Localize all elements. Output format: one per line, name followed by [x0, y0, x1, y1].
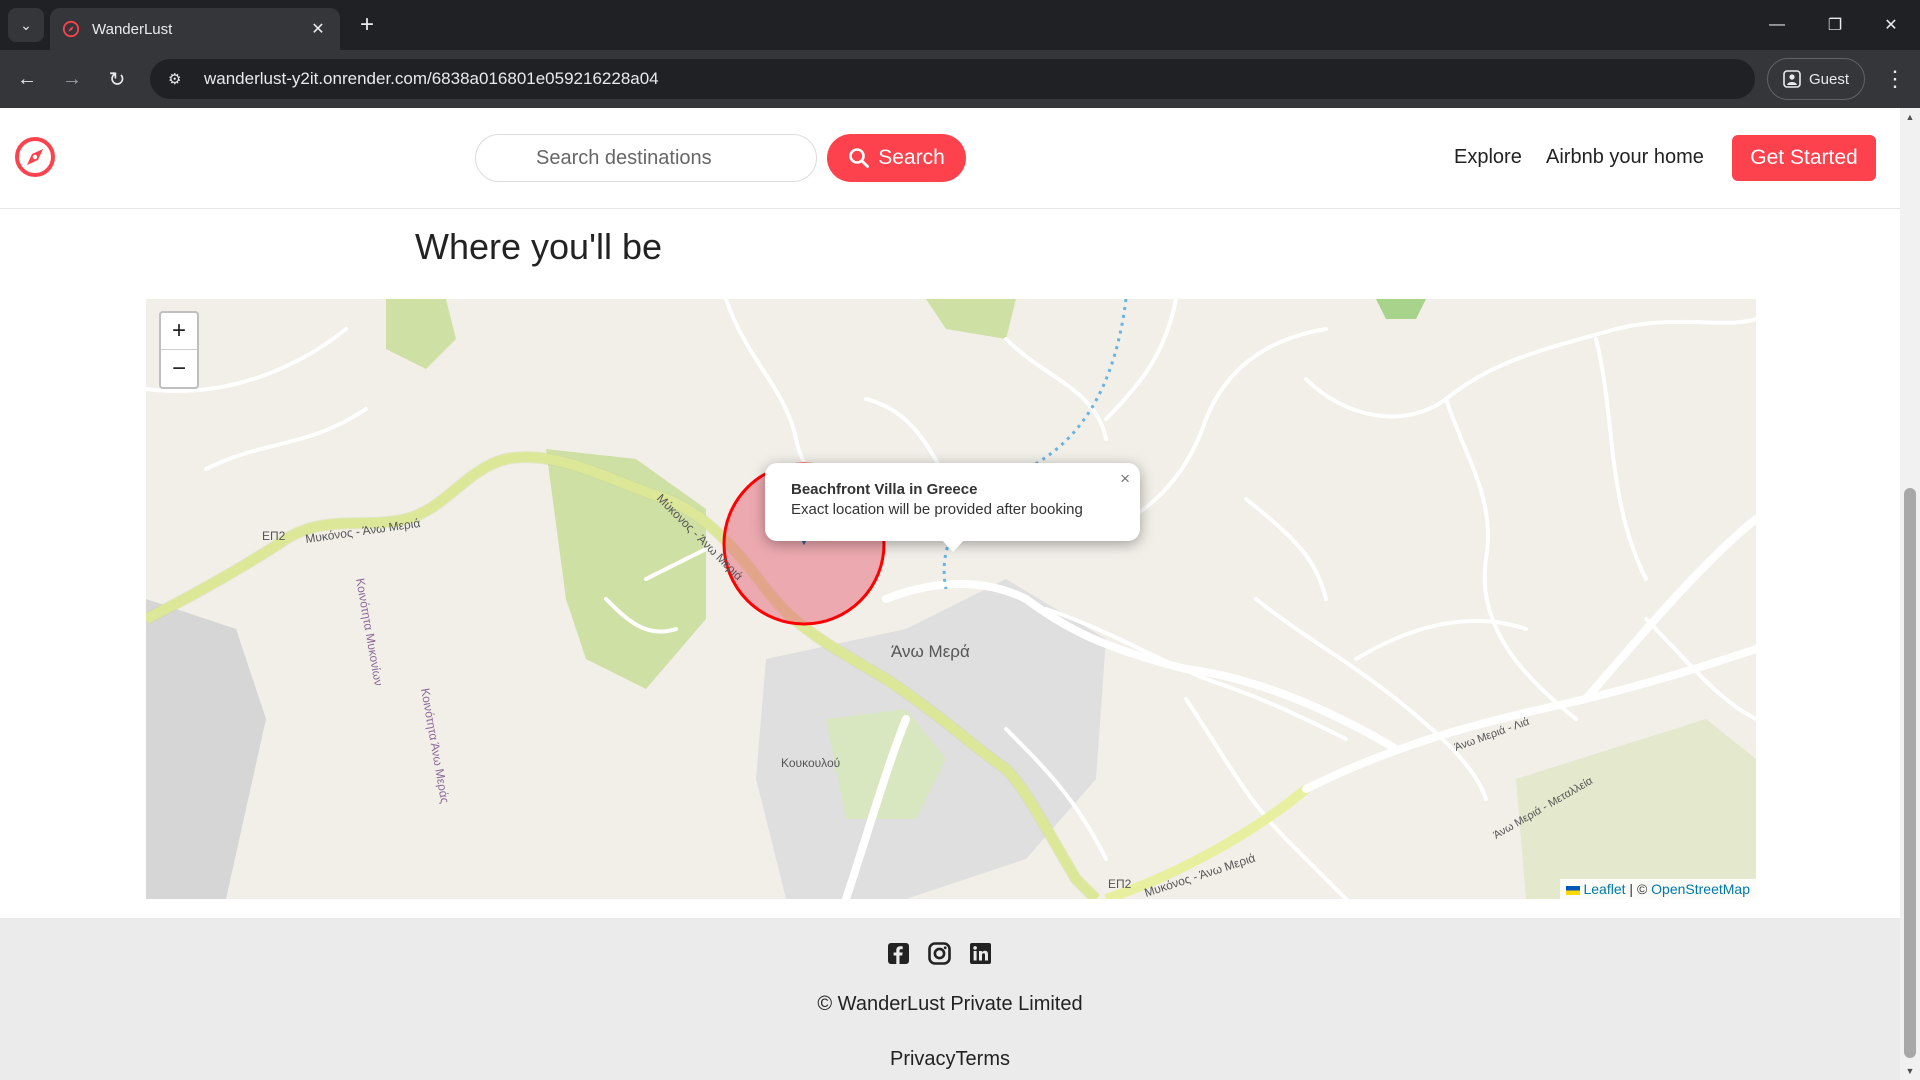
reload-icon[interactable]: ↻ — [100, 62, 134, 96]
green-area — [1376, 299, 1426, 319]
page-title: Where you'll be — [415, 226, 662, 267]
instagram-icon[interactable] — [928, 942, 951, 965]
green-area — [926, 299, 1016, 339]
browser-tabbar: ⌄ WanderLust ✕ + — ❐ ✕ — [0, 0, 1920, 50]
zoom-in-button[interactable]: + — [161, 313, 197, 350]
leaflet-link[interactable]: Leaflet — [1583, 881, 1625, 897]
main-road — [1104, 785, 1310, 899]
forward-icon[interactable]: → — [55, 62, 89, 96]
popup-tip — [941, 539, 965, 552]
map-popup: Beachfront Villa in Greece Exact locatio… — [765, 463, 1140, 541]
scrollbar-thumb[interactable] — [1904, 488, 1916, 1058]
site-navbar: Search Explore Airbnb your home Get Star… — [0, 108, 1900, 209]
browser-menu-icon[interactable]: ⋮ — [1880, 62, 1910, 96]
site-footer: © WanderLust Private Limited PrivacyTerm… — [0, 918, 1900, 1080]
zoom-control: + − — [159, 311, 199, 389]
compass-logo-icon[interactable] — [14, 136, 56, 178]
address-bar[interactable]: ⚙ wanderlust-y2it.onrender.com/6838a0168… — [150, 59, 1755, 99]
stream — [942, 299, 1128, 590]
compass-favicon-icon — [62, 20, 80, 38]
hamlet-label: Κουκουλού — [781, 756, 840, 770]
ukraine-flag-icon — [1565, 885, 1580, 895]
scroll-down-icon[interactable]: ▼ — [1904, 1066, 1916, 1076]
restore-icon[interactable]: ❐ — [1806, 0, 1864, 50]
tab-list-button[interactable]: ⌄ — [8, 8, 44, 42]
community-label: Κοινότητα Άνω Μεράς — [418, 687, 452, 805]
popup-title: Beachfront Villa in Greece — [791, 481, 978, 498]
browser-toolbar: ← → ↻ ⚙ wanderlust-y2it.onrender.com/683… — [0, 50, 1920, 108]
get-started-button[interactable]: Get Started — [1732, 135, 1876, 181]
osm-link[interactable]: OpenStreetMap — [1651, 881, 1750, 897]
search-button[interactable]: Search — [827, 134, 966, 182]
map-tiles: ΕΠ2 Μυκόνος - Άνω Μεριά Μύκονος - Άνω Με… — [146, 299, 1756, 899]
social-links — [887, 942, 992, 965]
location-map[interactable]: ΕΠ2 Μυκόνος - Άνω Μεριά Μύκονος - Άνω Με… — [146, 299, 1756, 899]
profile-icon — [1783, 70, 1801, 88]
profile-button[interactable]: Guest — [1767, 58, 1865, 100]
road-ref-label: ΕΠ2 — [262, 529, 286, 543]
explore-link[interactable]: Explore — [1454, 146, 1522, 169]
footer-links[interactable]: PrivacyTerms — [0, 1048, 1900, 1071]
search-button-label: Search — [878, 146, 945, 169]
village-label: Άνω Μερά — [891, 642, 970, 661]
map-attribution: Leaflet | © OpenStreetMap — [1559, 879, 1756, 899]
linkedin-icon[interactable] — [969, 942, 992, 965]
rock-area — [146, 599, 266, 899]
site-info-icon[interactable]: ⚙ — [168, 70, 190, 88]
page-content: Search Explore Airbnb your home Get Star… — [0, 108, 1900, 1080]
tab-title: WanderLust — [92, 20, 173, 38]
back-icon[interactable]: ← — [10, 62, 44, 96]
community-label: Κοινότητα Μυκονίων — [353, 577, 386, 687]
popup-text: Exact location will be provided after bo… — [791, 501, 1083, 518]
scroll-up-icon[interactable]: ▲ — [1904, 112, 1916, 122]
popup-close-icon[interactable]: × — [1120, 469, 1130, 489]
page-scrollbar[interactable]: ▲ ▼ — [1900, 108, 1920, 1080]
green-area — [386, 299, 456, 369]
tab-close-icon[interactable]: ✕ — [308, 19, 328, 39]
profile-label: Guest — [1808, 70, 1850, 88]
search-input[interactable] — [475, 134, 817, 182]
zoom-out-button[interactable]: − — [161, 350, 197, 387]
search-icon — [849, 148, 870, 168]
airbnb-your-home-link[interactable]: Airbnb your home — [1546, 146, 1704, 169]
browser-tab[interactable]: WanderLust ✕ — [50, 8, 340, 50]
facebook-icon[interactable] — [887, 942, 910, 965]
close-window-icon[interactable]: ✕ — [1862, 0, 1920, 50]
minimize-icon[interactable]: — — [1748, 0, 1806, 50]
copyright-text: © WanderLust Private Limited — [817, 993, 1083, 1015]
url-text: wanderlust-y2it.onrender.com/6838a016801… — [204, 69, 659, 88]
road-ref-label: ΕΠ2 — [1108, 877, 1132, 891]
new-tab-button[interactable]: + — [352, 10, 382, 40]
